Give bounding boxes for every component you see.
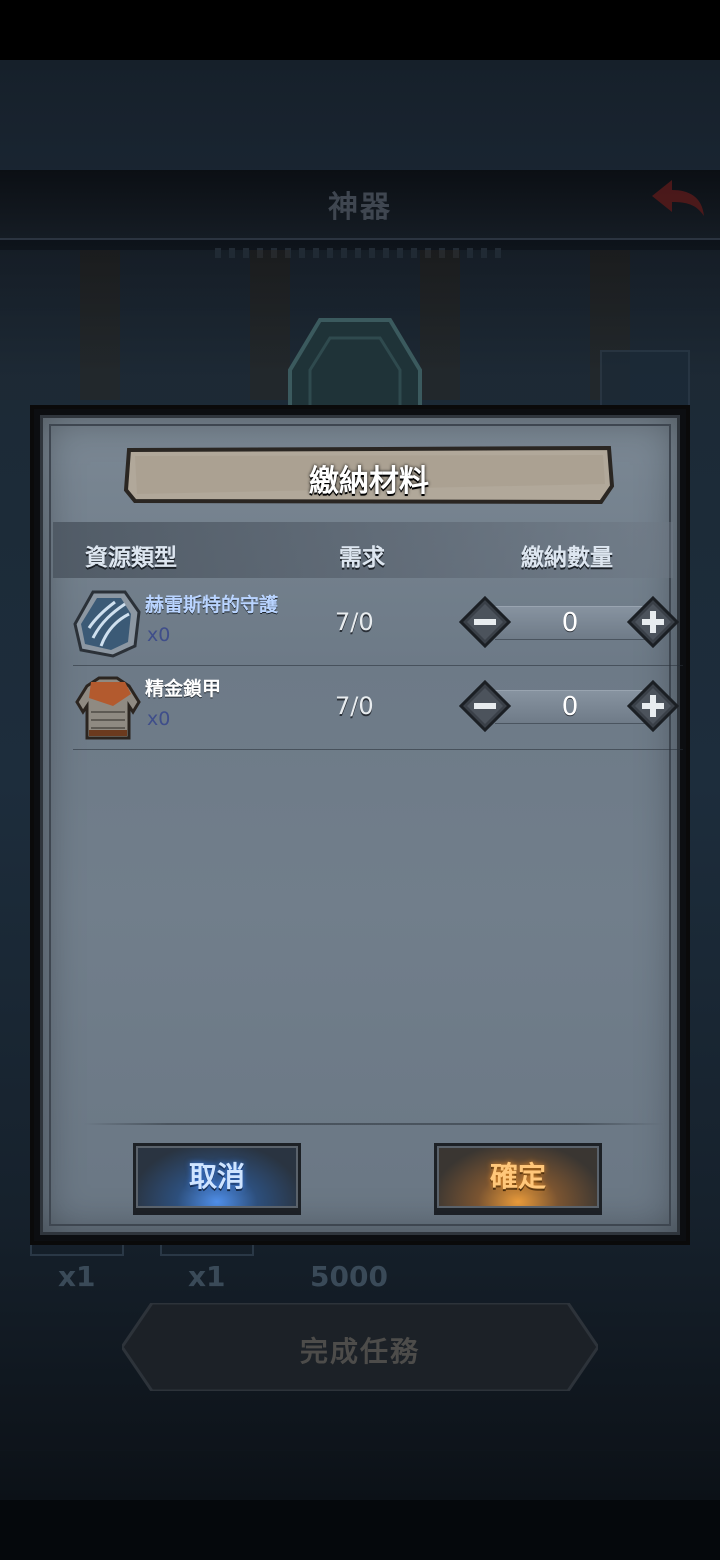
divider: [0, 1450, 720, 1451]
increase-button[interactable]: [627, 596, 679, 648]
dialog-panel: 繳納材料 資源類型 需求 繳納數量 赫雷斯特的守護 x0 7/0 0 精金鎖甲 …: [40, 415, 683, 1235]
decrease-button[interactable]: [459, 680, 511, 732]
decrease-button[interactable]: [459, 596, 511, 648]
dialog-title: 繳納材料: [309, 464, 429, 499]
material-name: 精金鎖甲: [145, 678, 222, 700]
reward-count: 5000: [310, 1260, 388, 1293]
confirm-button[interactable]: 確定: [434, 1143, 602, 1211]
minus-icon: [474, 619, 496, 625]
quantity-stepper: 0: [459, 594, 679, 650]
increase-button[interactable]: [627, 680, 679, 732]
reward-count: x1: [58, 1260, 96, 1293]
material-row: 精金鎖甲 x0 7/0 0: [73, 666, 683, 750]
quantity-value: 0: [561, 692, 579, 722]
status-bar: [0, 0, 720, 60]
quantity-stepper: 0: [459, 678, 679, 734]
reward-counts: x1 x1 5000: [0, 1260, 720, 1300]
screen-title: 神器: [328, 190, 392, 225]
confirm-button-label: 確定: [489, 1160, 546, 1193]
material-owned-count: x0: [147, 624, 171, 646]
divider: [83, 1123, 663, 1125]
minus-icon: [474, 703, 496, 709]
back-arrow-icon[interactable]: [648, 176, 708, 220]
chainmail-armor-icon: [75, 676, 141, 740]
complete-task-label: 完成任務: [299, 1335, 420, 1368]
cancel-button-label: 取消: [188, 1160, 245, 1193]
material-requirement: 7/0: [335, 608, 374, 636]
column-header-requirement: 需求: [339, 545, 385, 571]
shield-icon: [73, 590, 141, 658]
submit-materials-dialog: 繳納材料 資源類型 需求 繳納數量 赫雷斯特的守護 x0 7/0 0 精金鎖甲 …: [30, 405, 690, 1245]
material-row: 赫雷斯特的守護 x0 7/0 0: [73, 582, 683, 666]
material-owned-count: x0: [147, 708, 171, 730]
column-header-resource-type: 資源類型: [85, 545, 177, 571]
material-requirement: 7/0: [335, 692, 374, 720]
reward-count: x1: [188, 1260, 226, 1293]
cancel-button[interactable]: 取消: [133, 1143, 301, 1211]
column-header-submit-quantity: 繳納數量: [521, 545, 613, 571]
quantity-value: 0: [561, 608, 579, 638]
material-name: 赫雷斯特的守護: [145, 594, 279, 616]
